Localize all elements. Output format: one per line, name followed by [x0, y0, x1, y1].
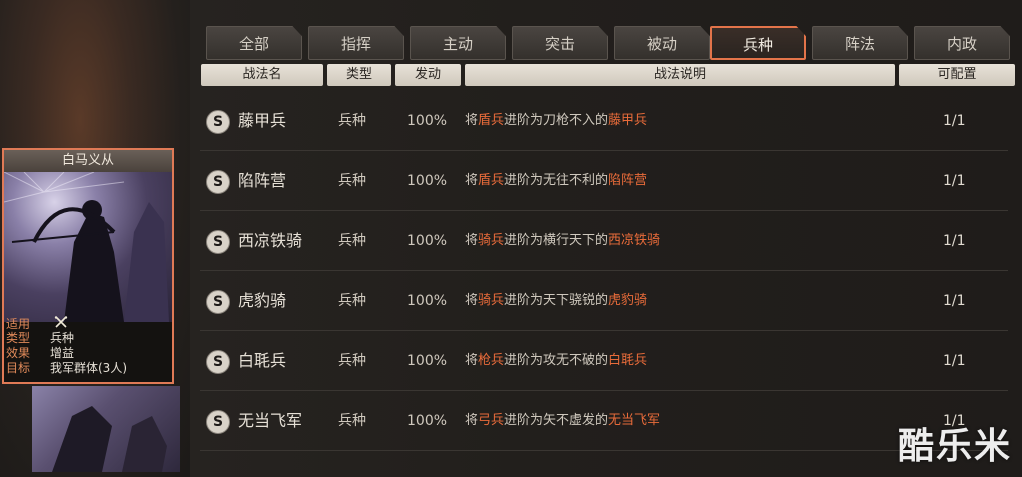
tab-formation[interactable]: 阵法: [812, 26, 908, 60]
tactic-name: 藤甲兵: [238, 111, 287, 130]
info-target: 目标 我军群体(3人): [6, 361, 172, 376]
grade-badge: S: [206, 410, 230, 434]
tactic-rate: 100%: [407, 353, 448, 369]
desc-unit: 弓兵: [478, 413, 505, 428]
tab-passive[interactable]: 被动: [614, 26, 710, 60]
tactic-name: 西凉铁骑: [238, 231, 303, 250]
tactic-row[interactable]: S 西凉铁骑 兵种 100% 将骑兵进阶为横行天下的西凉铁骑 1/1: [200, 212, 1008, 271]
tactic-description: 将弓兵进阶为矢不虚发的无当飞军: [465, 392, 660, 450]
tactic-type: 兵种: [338, 233, 366, 249]
tactic-description: 将盾兵进阶为刀枪不入的藤甲兵: [465, 92, 647, 150]
desc-text: 将: [465, 233, 479, 248]
desc-target: 白毦兵: [608, 353, 648, 368]
desc-text: 将: [465, 293, 479, 308]
info-value: 增益: [50, 346, 75, 360]
header-configurable[interactable]: 可配置: [899, 64, 1015, 86]
info-effect: 效果 增益: [6, 346, 172, 361]
desc-text: 进阶为天下骁锐的: [504, 293, 609, 308]
info-label: 目标: [6, 361, 31, 375]
desc-text: 将: [465, 173, 479, 188]
tactic-rate: 100%: [407, 173, 448, 189]
desc-text: 将: [465, 413, 479, 428]
info-label: 适用: [6, 317, 31, 331]
desc-text: 将: [465, 113, 479, 128]
desc-unit: 枪兵: [478, 353, 505, 368]
info-label: 效果: [6, 346, 31, 360]
desc-unit: 盾兵: [478, 173, 505, 188]
grade-badge: S: [206, 350, 230, 374]
tactic-description: 将骑兵进阶为天下骁锐的虎豹骑: [465, 272, 647, 330]
tactic-description: 将枪兵进阶为攻无不破的白毦兵: [465, 332, 647, 390]
tactic-configurable: 1/1: [943, 293, 966, 309]
desc-target: 虎豹骑: [608, 293, 648, 308]
desc-target: 西凉铁骑: [608, 233, 661, 248]
tactic-name: 无当飞军: [238, 411, 303, 430]
tactic-configurable: 1/1: [943, 233, 966, 249]
tactic-name: 陷阵营: [238, 171, 287, 190]
tactic-rate: 100%: [407, 413, 448, 429]
tactic-type: 兵种: [338, 173, 366, 189]
tactic-detail-card[interactable]: 白马义从 适用 类型 兵种 效果 增益 目标 我军群体(3人): [2, 148, 174, 384]
info-applicable: 适用: [6, 316, 172, 331]
tab-assault[interactable]: 突击: [512, 26, 608, 60]
tactic-row[interactable]: S 无当飞军 兵种 100% 将弓兵进阶为矢不虚发的无当飞军 1/1: [200, 392, 1008, 451]
tactic-row[interactable]: S 陷阵营 兵种 100% 将盾兵进阶为无往不利的陷阵营 1/1: [200, 152, 1008, 211]
grade-badge: S: [206, 290, 230, 314]
tactic-rate: 100%: [407, 113, 448, 129]
grade-badge: S: [206, 110, 230, 134]
desc-unit: 骑兵: [478, 293, 505, 308]
desc-unit: 盾兵: [478, 113, 505, 128]
desc-target: 陷阵营: [608, 173, 648, 188]
header-type[interactable]: 类型: [327, 64, 391, 86]
tactic-configurable: 1/1: [943, 353, 966, 369]
soldier-silhouette-icon: [52, 406, 167, 472]
desc-unit: 骑兵: [478, 233, 505, 248]
card-art-fragment: [32, 386, 180, 472]
archer-cavalry-icon: [4, 172, 169, 322]
tactic-type: 兵种: [338, 113, 366, 129]
desc-text: 进阶为无往不利的: [504, 173, 609, 188]
header-name[interactable]: 战法名: [201, 64, 323, 86]
tab-internal-affairs[interactable]: 内政: [914, 26, 1010, 60]
card-art: [4, 172, 172, 322]
desc-text: 进阶为横行天下的: [504, 233, 609, 248]
tactic-row[interactable]: S 白毦兵 兵种 100% 将枪兵进阶为攻无不破的白毦兵 1/1: [200, 332, 1008, 391]
desc-target: 无当飞军: [608, 413, 661, 428]
header-description: 战法说明: [465, 64, 895, 86]
tactic-description: 将盾兵进阶为无往不利的陷阵营: [465, 152, 647, 210]
tactic-type: 兵种: [338, 353, 366, 369]
desc-text: 进阶为刀枪不入的: [504, 113, 609, 128]
tactic-description: 将骑兵进阶为横行天下的西凉铁骑: [465, 212, 660, 270]
category-tabs: 全部 指挥 主动 突击 被动 兵种 阵法 内政: [206, 26, 1022, 60]
card-info: 适用 类型 兵种 效果 增益 目标 我军群体(3人): [6, 316, 172, 376]
tactic-type: 兵种: [338, 293, 366, 309]
tactic-rate: 100%: [407, 233, 448, 249]
tab-active[interactable]: 主动: [410, 26, 506, 60]
grade-badge: S: [206, 170, 230, 194]
tactic-row[interactable]: S 虎豹骑 兵种 100% 将骑兵进阶为天下骁锐的虎豹骑 1/1: [200, 272, 1008, 331]
tactic-type: 兵种: [338, 413, 366, 429]
tactic-rate: 100%: [407, 293, 448, 309]
info-value: 我军群体(3人): [50, 361, 127, 375]
card-title: 白马义从: [4, 150, 172, 172]
tab-troop-type[interactable]: 兵种: [710, 26, 806, 60]
tactic-name: 虎豹骑: [238, 291, 287, 310]
crossed-swords-icon: [50, 316, 68, 331]
desc-target: 藤甲兵: [608, 113, 648, 128]
info-label: 类型: [6, 331, 31, 345]
tactic-configurable: 1/1: [943, 113, 966, 129]
tactic-configurable: 1/1: [943, 173, 966, 189]
tactic-row[interactable]: S 藤甲兵 兵种 100% 将盾兵进阶为刀枪不入的藤甲兵 1/1: [200, 92, 1008, 151]
desc-text: 将: [465, 353, 479, 368]
desc-text: 进阶为矢不虚发的: [504, 413, 609, 428]
tab-command[interactable]: 指挥: [308, 26, 404, 60]
tactic-name: 白毦兵: [238, 351, 287, 370]
tab-all[interactable]: 全部: [206, 26, 302, 60]
header-rate[interactable]: 发动: [395, 64, 461, 86]
info-type: 类型 兵种: [6, 331, 172, 346]
site-watermark: 酷乐米: [897, 426, 1012, 467]
desc-text: 进阶为攻无不破的: [504, 353, 609, 368]
grade-badge: S: [206, 230, 230, 254]
info-value: 兵种: [50, 331, 75, 345]
